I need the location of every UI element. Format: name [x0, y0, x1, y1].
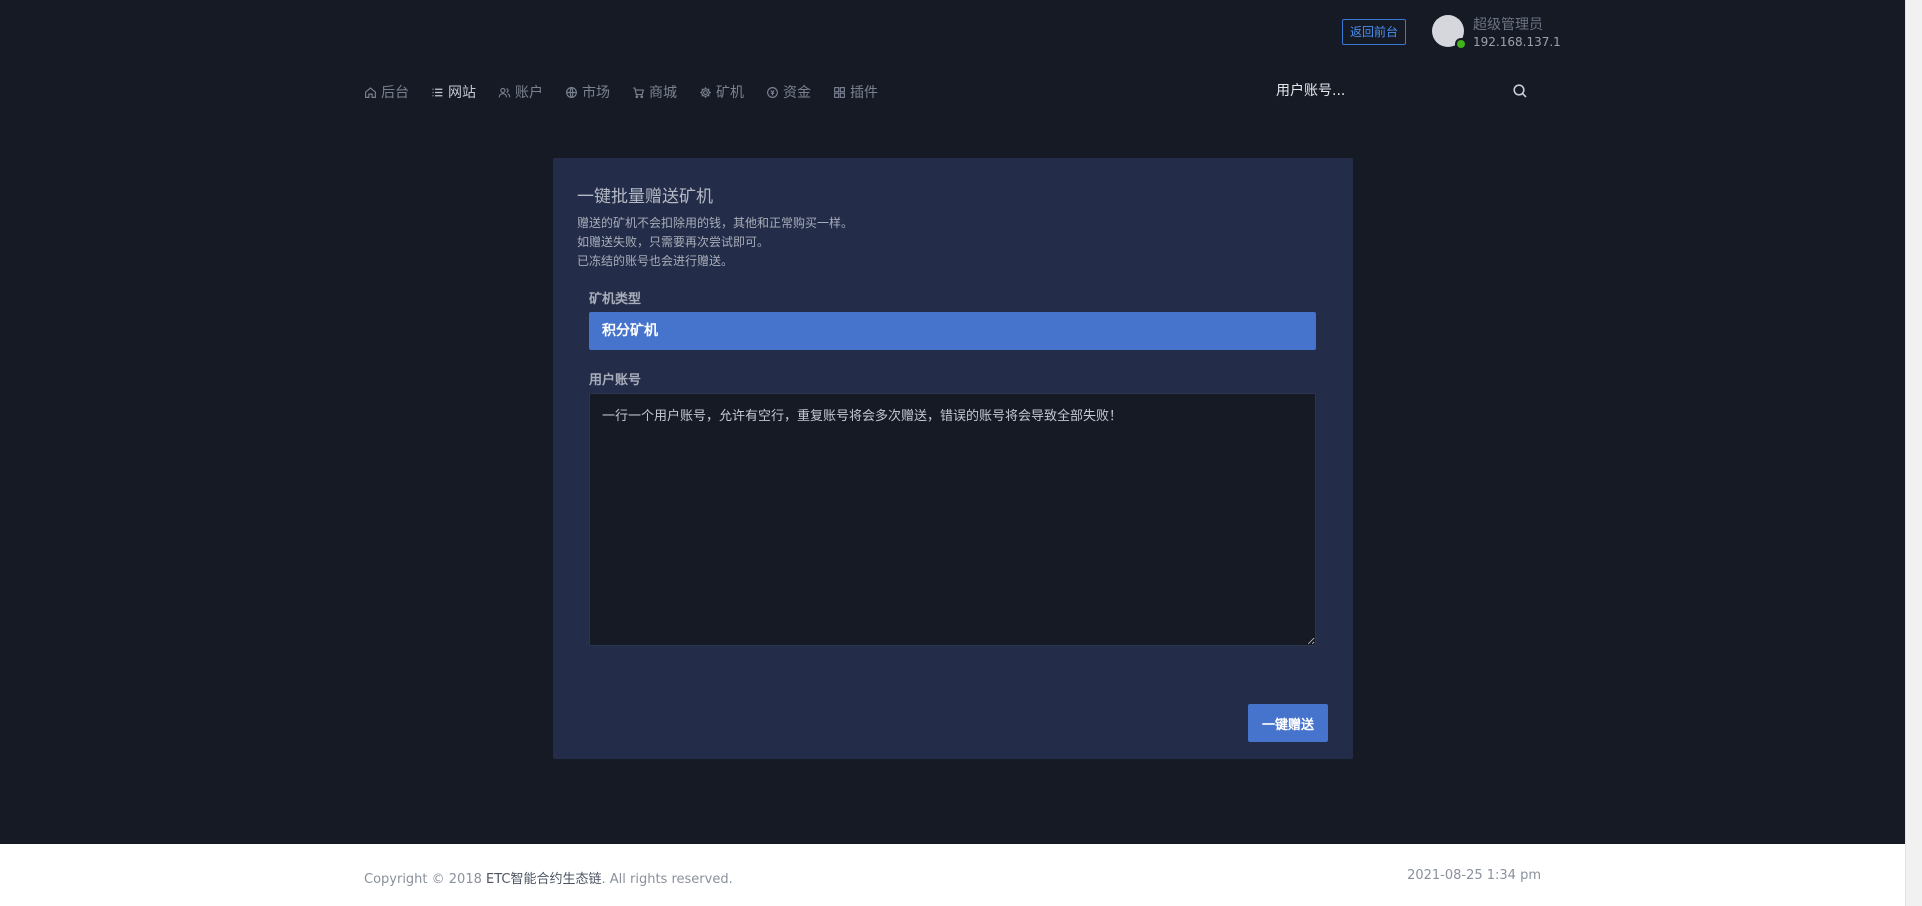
nav-item-accounts[interactable]: 账户	[498, 82, 543, 102]
nav-item-website[interactable]: 网站	[431, 82, 476, 102]
scrollbar[interactable]	[1905, 0, 1922, 906]
coin-icon	[767, 86, 778, 98]
nav-item-label: 市场	[582, 85, 610, 101]
nav-item-label: 后台	[381, 85, 409, 101]
copyright-prefix: Copyright © 2018	[364, 872, 487, 887]
nav-item-dashboard[interactable]: 后台	[364, 82, 409, 102]
description-line: 如赠送失败，只需要再次尝试即可。	[577, 235, 770, 249]
miner-type-select[interactable]: 积分矿机	[589, 312, 1316, 350]
footer-datetime: 2021-08-25 1:34 pm	[1407, 868, 1541, 883]
description-line: 已冻结的账号也会进行赠送。	[577, 254, 734, 268]
miner-type-label: 矿机类型	[589, 292, 642, 307]
gift-miner-card: 一键批量赠送矿机 赠送的矿机不会扣除用的钱，其他和正常购买一样。 如赠送失败，只…	[553, 158, 1353, 759]
gear-icon	[700, 86, 711, 98]
globe-icon	[566, 86, 577, 98]
search-input[interactable]	[1268, 83, 1512, 99]
gift-submit-button[interactable]: 一键赠送	[1248, 704, 1328, 742]
nav-item-funds[interactable]: 资金	[766, 82, 811, 102]
list-icon	[432, 88, 443, 96]
nav-item-miners[interactable]: 矿机	[699, 82, 744, 102]
nav-search	[1268, 78, 1538, 104]
users-icon	[498, 87, 511, 97]
search-icon[interactable]	[1512, 83, 1528, 99]
nav-item-label: 矿机	[716, 85, 744, 101]
nav-item-label: 网站	[448, 85, 476, 101]
account-label: 用户账号	[589, 373, 642, 388]
page-main: 返回前台 超级管理员 192.168.137.1 后台 网站 账户 市场 商城 …	[0, 0, 1905, 844]
grid-icon	[834, 86, 845, 98]
nav-item-label: 资金	[783, 85, 811, 101]
nav-item-label: 账户	[515, 85, 543, 101]
back-to-frontend-button[interactable]: 返回前台	[1342, 19, 1407, 45]
footer: Copyright © 2018 ETC智能合约生态链. All rights …	[0, 844, 1905, 906]
copyright-suffix: . All rights reserved.	[601, 872, 733, 887]
brand-link[interactable]: ETC智能合约生态链	[486, 872, 601, 887]
nav-item-shop[interactable]: 商城	[632, 82, 677, 102]
copyright: Copyright © 2018 ETC智能合约生态链. All rights …	[364, 868, 733, 887]
user-name[interactable]: 超级管理员	[1473, 14, 1543, 34]
main-nav: 后台 网站 账户 市场 商城 矿机 资金 插件	[364, 80, 900, 104]
card-description: 赠送的矿机不会扣除用的钱，其他和正常购买一样。 如赠送失败，只需要再次尝试即可。…	[577, 214, 853, 271]
nav-item-label: 插件	[850, 85, 878, 101]
description-line: 赠送的矿机不会扣除用的钱，其他和正常购买一样。	[577, 216, 854, 230]
nav-item-label: 商城	[649, 85, 677, 101]
card-title: 一键批量赠送矿机	[577, 187, 713, 207]
cart-icon	[633, 86, 645, 98]
account-textarea[interactable]	[589, 393, 1316, 646]
online-status-dot	[1455, 38, 1467, 50]
nav-item-plugins[interactable]: 插件	[833, 82, 878, 102]
nav-item-market[interactable]: 市场	[565, 82, 610, 102]
home-icon	[365, 86, 376, 98]
user-ip: 192.168.137.1	[1473, 35, 1561, 49]
